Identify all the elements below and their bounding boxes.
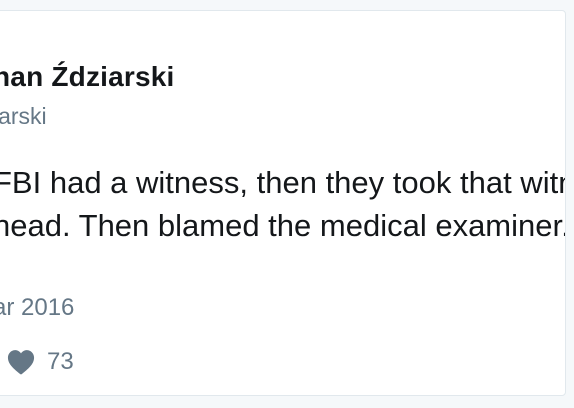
tweet-text-line: head. Then blamed the medical examiner. … bbox=[0, 208, 566, 243]
tweet-text-line: FBI had a witness, then they took that w… bbox=[0, 165, 566, 200]
tweet-timestamp[interactable]: ar 2016 bbox=[0, 294, 74, 322]
author-name[interactable]: han Ździarski bbox=[0, 61, 175, 93]
follow-button[interactable] bbox=[565, 49, 566, 119]
tweet-text: FBI had a witness, then they took that w… bbox=[0, 161, 566, 290]
heart-icon bbox=[7, 349, 35, 375]
like-count: 73 bbox=[47, 348, 74, 375]
author-handle[interactable]: iarski bbox=[0, 103, 47, 130]
tweet-card: han Ździarski iarski FBI had a witness, … bbox=[0, 10, 566, 396]
tweet-text-line: . bbox=[0, 247, 565, 290]
like-button[interactable]: 73 bbox=[7, 348, 74, 376]
